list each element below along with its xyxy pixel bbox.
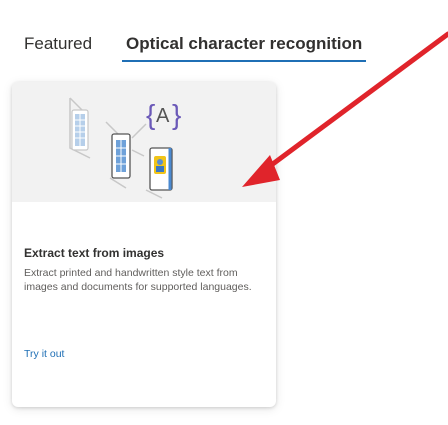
card-description: Extract printed and handwritten style te… bbox=[24, 267, 252, 293]
tab-bar: Featured Optical character recognition bbox=[24, 30, 367, 62]
card-title: Extract text from images bbox=[24, 246, 165, 260]
svg-text:{: { bbox=[146, 99, 155, 130]
tab-featured[interactable]: Featured bbox=[24, 34, 92, 62]
ocr-documents-icon: { A } bbox=[69, 97, 181, 199]
svg-text:}: } bbox=[172, 99, 181, 130]
ocr-card[interactable]: { A } Extract text from images Extract p… bbox=[12, 82, 276, 407]
page: Featured Optical character recognition {… bbox=[0, 0, 448, 425]
tab-optical-character-recognition[interactable]: Optical character recognition bbox=[122, 34, 367, 62]
card-hero-image: { A } bbox=[12, 82, 276, 202]
try-it-out-link[interactable]: Try it out bbox=[24, 348, 64, 360]
svg-text:A: A bbox=[156, 105, 170, 127]
